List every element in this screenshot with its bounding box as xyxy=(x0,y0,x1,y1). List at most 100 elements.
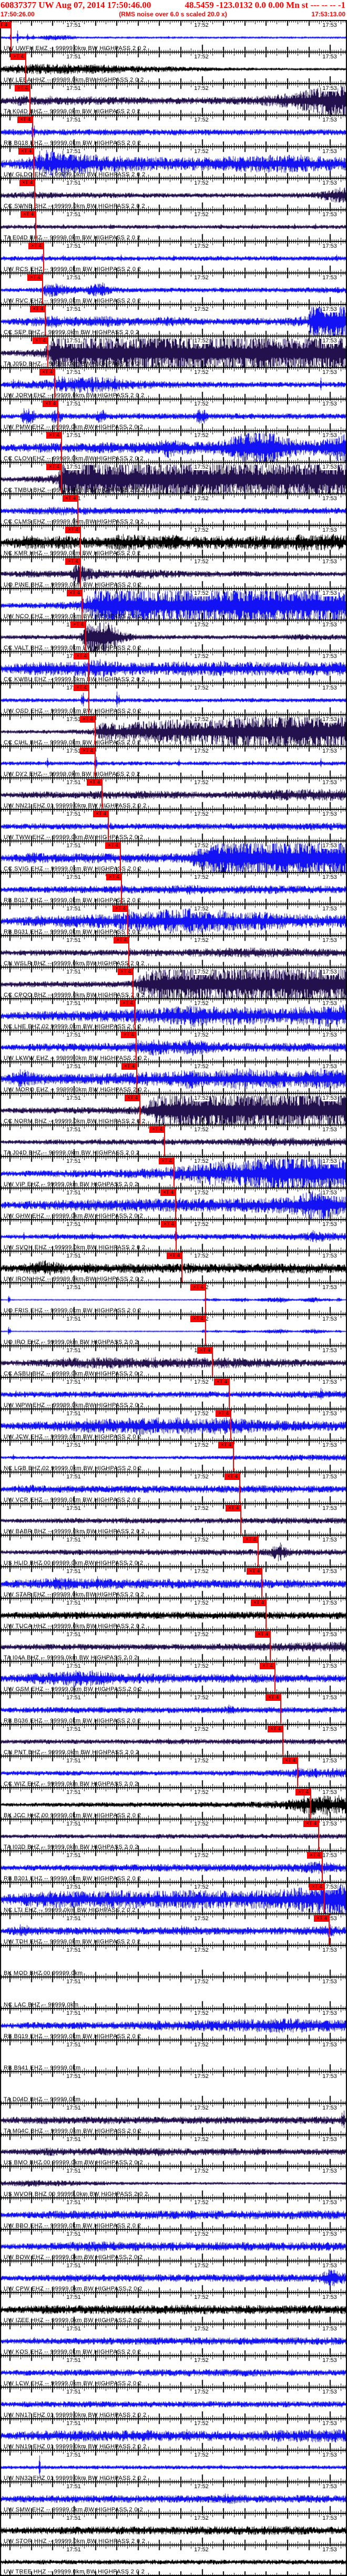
phase-pick-badge[interactable]: ×T 4 xyxy=(27,274,43,281)
phase-pick-badge[interactable]: ×T 4 xyxy=(226,1505,241,1512)
minute-tick-label: 17:52 xyxy=(193,1411,209,1417)
phase-pick-badge[interactable]: ×T 4 xyxy=(161,1221,177,1228)
phase-pick-badge[interactable]: ×T 4 xyxy=(39,369,55,376)
phase-pick-badge[interactable]: ×T 4 xyxy=(268,1726,283,1732)
phase-pick-badge[interactable]: ×T 4 xyxy=(63,495,78,502)
minute-tick-label: 17:52 xyxy=(193,1789,209,1796)
phase-pick-badge[interactable]: ×T 4 xyxy=(120,1000,136,1007)
phase-pick-badge[interactable]: ×T 4 xyxy=(21,211,36,218)
phase-pick-badge[interactable]: ×T 4 xyxy=(80,747,96,754)
trace-panel: 17:51 17:52 17:53 TA J04D BHZ -- 99999.0km … xyxy=(0,1124,347,1156)
phase-pick-badge[interactable]: ×T 4 xyxy=(251,1599,267,1606)
minute-tick-label: 17:51 xyxy=(66,54,81,60)
minute-tick-label: 17:52 xyxy=(193,1947,209,1953)
phase-pick-badge[interactable]: ×T 4 xyxy=(121,1063,137,1070)
phase-pick-badge[interactable]: ×T 4 xyxy=(11,53,26,60)
phase-pick-badge[interactable]: ×T 4 xyxy=(243,1536,259,1543)
phase-pick-badge[interactable]: ×T 4 xyxy=(247,1568,262,1575)
trace-panel: 17:5117:5217:53CC CLMS EHZ -- 99999.0km … xyxy=(0,493,347,525)
phase-pick-badge[interactable]: ×T 4 xyxy=(149,1126,165,1133)
phase-pick-badge[interactable]: ×T 4 xyxy=(15,85,30,92)
station-channel-label: CC VALT BHZ -- 99999.0km BW HIGHPASS 2 0… xyxy=(4,645,141,651)
minute-tick-label: 17:52 xyxy=(193,969,209,975)
trace-panel: 17:51 17:52 17:53 RB B017 EHZ -- 99999.0km … xyxy=(0,872,347,904)
station-channel-label: UW CPW EHZ -- 99999.0km BW HIGHPASS 2 0 … xyxy=(4,2286,142,2292)
phase-pick-badge[interactable]: ×T 4 xyxy=(105,842,121,849)
phase-pick-badge[interactable]: ×T 4 xyxy=(46,432,62,439)
minute-tick-label: 17:52 xyxy=(193,1063,209,1070)
phase-pick-badge[interactable]: ×T 4 xyxy=(218,1442,234,1448)
phase-pick-badge[interactable]: ×T 4 xyxy=(17,116,33,123)
minute-tick-label: 17:53 xyxy=(322,748,338,754)
phase-pick-badge[interactable]: ×T 4 xyxy=(266,1694,281,1701)
minute-tick-label: 17:51 xyxy=(66,1947,81,1953)
phase-pick-badge[interactable]: ×T 4 xyxy=(255,1631,271,1638)
trace-panel: 17:51 17:52 17:53 UW JCW EHZ -- 99999.0km B… xyxy=(0,1408,347,1440)
phase-pick-badge[interactable]: ×T 4 xyxy=(118,968,134,975)
phase-pick-badge[interactable]: ×T 4 xyxy=(197,1347,213,1354)
phase-pick-badge[interactable]: ×T 4 xyxy=(87,779,103,786)
trace-panel: 17:51 17:52 17:53 UW DY2 EHZ -- 99999.0km B… xyxy=(0,746,347,777)
phase-pick-badge[interactable]: ×T 4 xyxy=(309,1883,325,1890)
phase-pick-badge[interactable]: ×T 4 xyxy=(121,1031,137,1038)
phase-pick-badge[interactable]: T 4 xyxy=(0,22,12,28)
phase-pick-badge[interactable]: ×T 4 xyxy=(93,810,109,817)
phase-pick-badge[interactable]: ×T 4 xyxy=(65,526,81,533)
station-channel-label: UW SMW EHZ -- 99999.0km BW HIGHPASS 2 0 … xyxy=(4,2507,143,2513)
phase-pick-badge[interactable]: ×T 4 xyxy=(65,558,81,565)
phase-pick-badge[interactable]: ×T 4 xyxy=(46,463,62,470)
station-channel-label: TA D04D BHZ -- 99999.0km xyxy=(4,2096,81,2103)
phase-pick-badge[interactable]: ×T 4 xyxy=(224,1473,240,1480)
phase-pick-badge[interactable]: ×T 4 xyxy=(160,1189,176,1196)
phase-pick-badge[interactable]: ×T 4 xyxy=(216,1410,231,1417)
phase-pick-badge[interactable]: ×T 4 xyxy=(43,400,58,407)
phase-pick-badge[interactable]: ×T 4 xyxy=(113,905,128,912)
phase-pick-badge[interactable]: ×T 4 xyxy=(167,1252,182,1259)
phase-pick-badge[interactable]: ×T 4 xyxy=(190,1284,206,1291)
minute-tick-label: 17:53 xyxy=(322,211,338,218)
phase-pick-badge[interactable]: ×T 4 xyxy=(80,716,96,723)
phase-pick-badge[interactable]: ×T 4 xyxy=(307,1852,323,1859)
minute-tick-label: 17:53 xyxy=(322,1063,338,1070)
phase-pick-badge[interactable]: ×T 4 xyxy=(159,1158,175,1164)
minute-tick-label: 17:52 xyxy=(193,2420,209,2427)
minute-tick-label: 17:53 xyxy=(322,1979,338,1985)
trace-panel: 17:51 17:52 17:53 CC TMBU BHZ -- 99999.0km … xyxy=(0,462,347,493)
trace-panel: 17:51 17:52 17:53 NC LHE EHZ 02 99999.0km B… xyxy=(0,998,347,1030)
phase-pick-badge[interactable]: ×T 4 xyxy=(282,1757,298,1764)
phase-pick-badge[interactable]: ×T 4 xyxy=(33,337,48,344)
minute-tick-label: 17:52 xyxy=(193,2515,209,2521)
phase-pick-badge[interactable]: ×T 4 xyxy=(74,684,89,691)
phase-pick-badge[interactable]: ×T 4 xyxy=(28,242,44,249)
trace-panel: 17:51 17:52 17:53 NC LGB EHZ 02 99999.0km B… xyxy=(0,1440,347,1472)
phase-pick-badge[interactable]: ×T 4 xyxy=(70,621,86,628)
minute-tick-label: 17:52 xyxy=(193,811,209,817)
phase-pick-badge[interactable]: ×T 4 xyxy=(314,1915,330,1922)
station-channel-label: UW LEBA HHZ -- 99999.0km BW HIGHPASS 2 0… xyxy=(4,77,144,83)
trace-panel: 17:51 17:52 17:53 UW VIP EHZ -- 99999.0km B… xyxy=(0,1156,347,1188)
phase-pick-badge[interactable]: ×T 4 xyxy=(114,937,129,944)
phase-pick-badge[interactable]: ×T 4 xyxy=(67,590,83,596)
phase-pick-badge[interactable]: ×T 4 xyxy=(30,306,46,312)
minute-tick-label: 17:51 xyxy=(66,401,81,407)
phase-pick-badge[interactable]: ×T 4 xyxy=(18,148,34,155)
minute-tick-label: 17:51 xyxy=(66,969,81,975)
minute-tick-label: 17:53 xyxy=(322,1253,338,1259)
station-channel-label: UW VIP EHZ -- 99999.0km BW HIGHPASS 2 0 … xyxy=(4,1181,138,1188)
phase-pick-badge[interactable]: ×T 4 xyxy=(74,653,89,660)
phase-pick-badge[interactable]: ×T 4 xyxy=(295,1789,311,1796)
minute-tick-label: 17:52 xyxy=(193,401,209,407)
minute-tick-label: 17:53 xyxy=(322,22,338,28)
station-channel-label: UW RVC EHZ -- 99999.0km BW HIGHPASS 2 0 … xyxy=(4,298,141,304)
phase-pick-badge[interactable]: ×T 4 xyxy=(260,1662,275,1669)
phase-pick-badge[interactable]: ×T 4 xyxy=(19,179,35,186)
phase-pick-badge[interactable]: ×T 4 xyxy=(214,1378,230,1385)
station-channel-label: UW NCO EHZ -- 99999.0km BW HIGHPASS 2 0 … xyxy=(4,613,142,620)
minute-tick-label: 17:51 xyxy=(66,1505,81,1512)
phase-pick-badge[interactable]: ×T 4 xyxy=(303,1820,319,1827)
minute-tick-label: 17:53 xyxy=(322,275,338,281)
phase-pick-badge[interactable]: ×T 4 xyxy=(106,874,122,880)
phase-pick-badge[interactable]: ×T 4 xyxy=(125,1094,140,1101)
minute-tick-label: 17:51 xyxy=(66,2199,81,2206)
phase-pick-badge[interactable]: ×T 4 xyxy=(190,1315,206,1322)
